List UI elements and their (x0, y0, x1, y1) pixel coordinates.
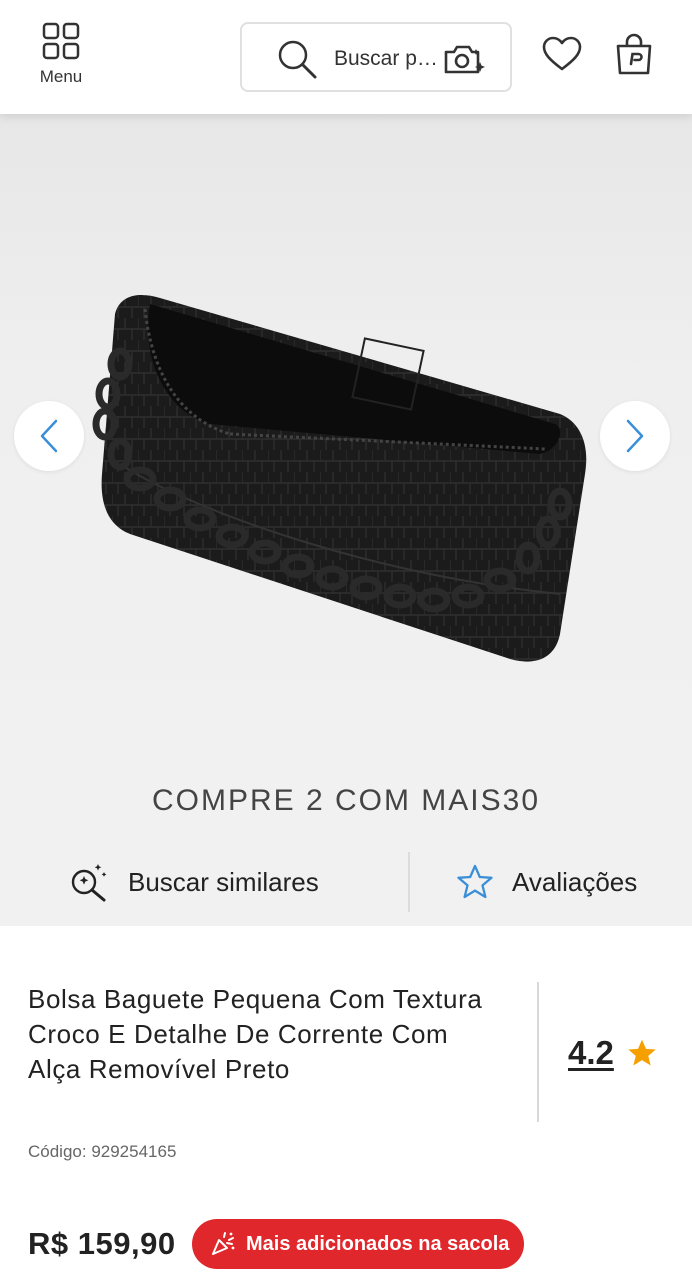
confetti-icon (212, 1232, 235, 1255)
product-code: Código: 929254165 (28, 1142, 177, 1161)
actions-divider (408, 852, 410, 912)
next-image-button[interactable] (600, 401, 670, 471)
grid-menu-icon (42, 22, 80, 60)
heart-icon[interactable] (542, 36, 582, 72)
reviews-label: Avaliações (512, 866, 638, 897)
product-price: R$ 159,90 (28, 1226, 176, 1261)
search-input[interactable]: Buscar produtos (334, 47, 442, 71)
top-header: Menu Buscar produtos (0, 0, 692, 114)
previous-image-button[interactable] (14, 401, 84, 471)
product-info: Bolsa Baguete Pequena Com Textura Croco … (0, 926, 692, 1280)
reviews-button[interactable]: Avaliações (456, 858, 637, 906)
menu-label: Menu (39, 67, 83, 86)
camera-sparkle-icon[interactable] (442, 40, 488, 80)
search-similar-button[interactable]: Buscar similares (68, 858, 319, 906)
star-outline-icon (457, 864, 493, 899)
popular-badge-label: Mais adicionados na sacola (246, 1232, 510, 1255)
product-gallery[interactable] (0, 114, 692, 768)
search-icon (278, 40, 317, 79)
promo-banner: COMPRE 2 COM MAIS30 (0, 768, 692, 838)
rating-link[interactable]: 4.2 (568, 1034, 658, 1072)
shopping-bag-icon[interactable] (614, 32, 654, 76)
product-image (92, 295, 587, 662)
product-actions: Buscar similares Avaliações (0, 838, 692, 926)
rating-value: 4.2 (568, 1034, 614, 1071)
rating-divider (537, 982, 539, 1122)
product-title: Bolsa Baguete Pequena Com Textura Croco … (28, 984, 483, 1084)
menu-button[interactable]: Menu (30, 22, 92, 88)
search-similar-label: Buscar similares (128, 866, 319, 897)
star-icon (628, 1039, 656, 1066)
chevron-right-icon (626, 419, 644, 453)
chevron-left-icon (40, 419, 58, 453)
popular-badge: Mais adicionados na sacola (192, 1219, 524, 1269)
search-bar[interactable]: Buscar produtos (240, 22, 512, 92)
sparkle-search-icon (71, 864, 107, 902)
